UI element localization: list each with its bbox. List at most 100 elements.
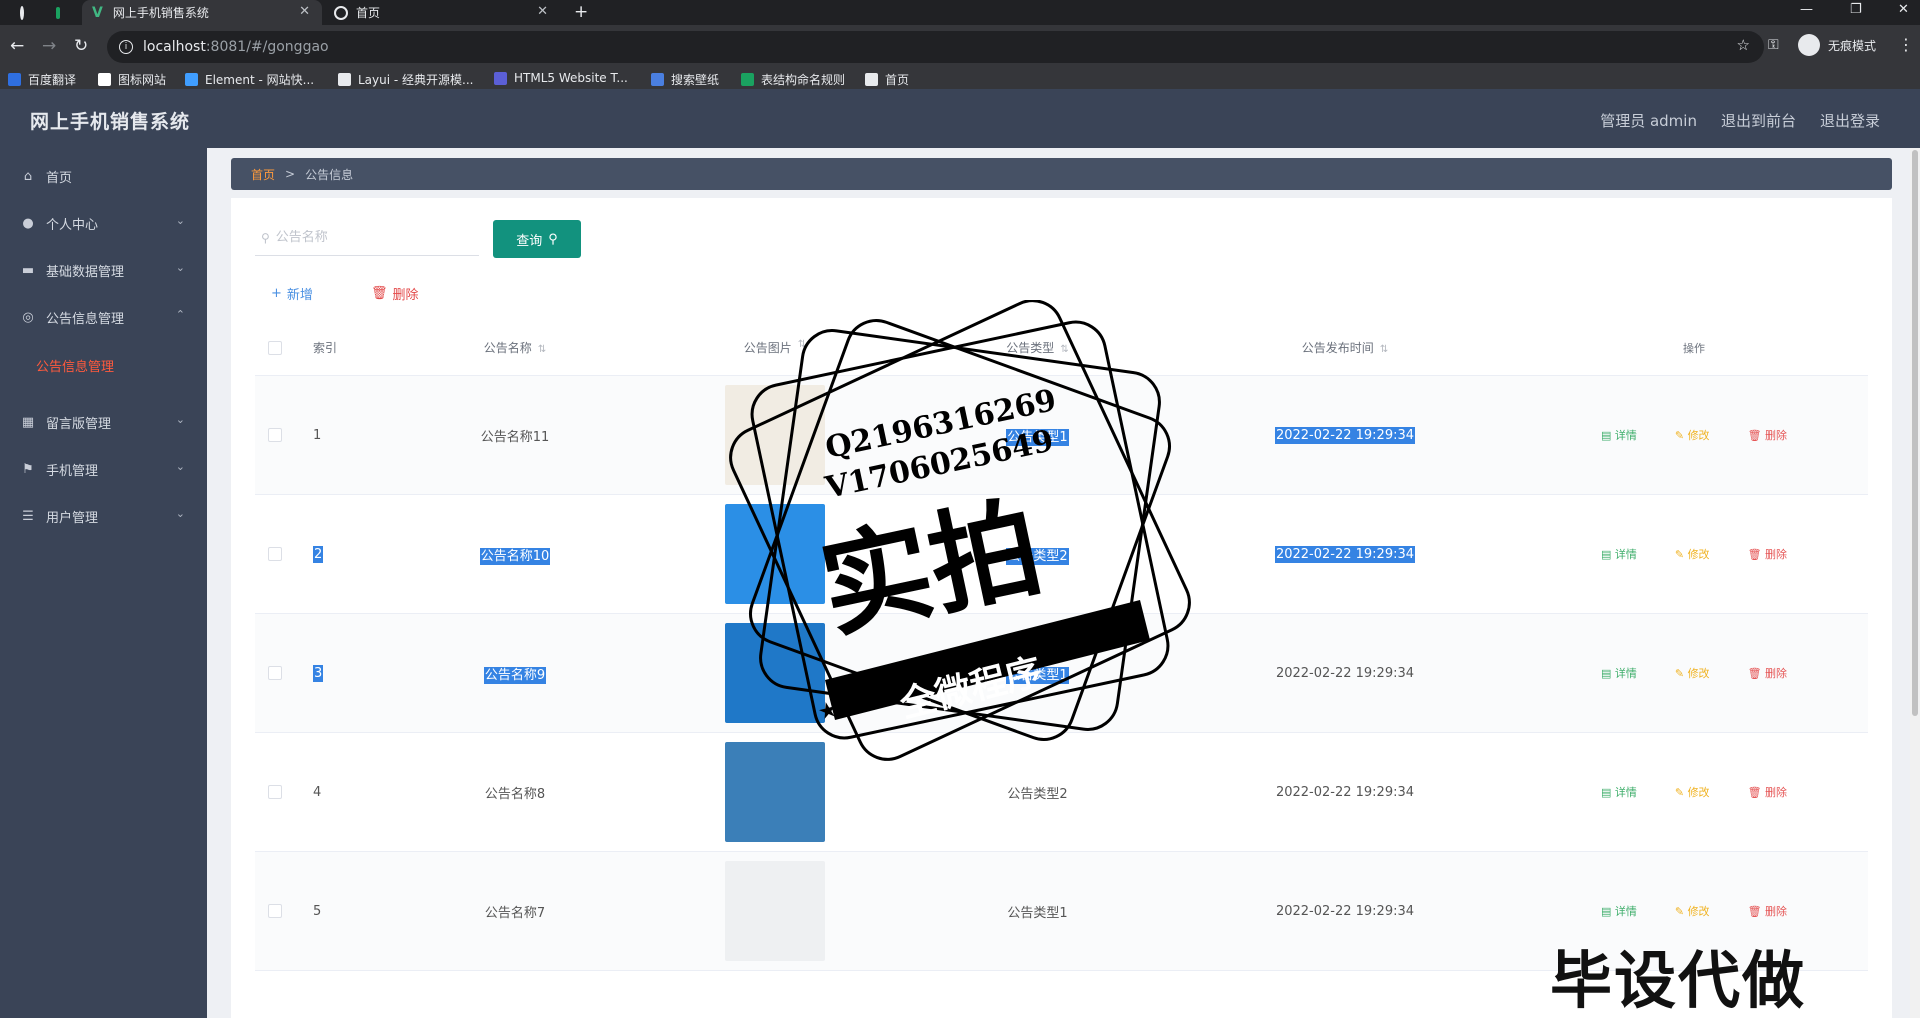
notice-image (725, 504, 825, 604)
incognito-label: 无痕模式 (1828, 38, 1877, 53)
browser-menu-icon[interactable]: ⋮ (1898, 35, 1914, 54)
sort-icon[interactable]: ⇅ (1060, 344, 1068, 355)
bookmark-label: HTML5 Website T... (514, 71, 628, 85)
row-delete-button[interactable]: 🗑 删除 (1748, 665, 1787, 681)
bookmark-item[interactable]: 首页 (865, 71, 909, 88)
bookmark-item[interactable]: Layui - 经典开源模... (338, 71, 473, 88)
sort-icon[interactable]: ⇅ (538, 344, 546, 355)
key-icon[interactable]: ⚿ (1768, 37, 1779, 53)
tab-home[interactable]: 首页 ✕ (324, 0, 560, 25)
new-tab-icon[interactable]: + (574, 2, 588, 22)
query-button[interactable]: 查询 ⚲ (493, 220, 581, 258)
tab-active[interactable]: V 网上手机销售系统 ✕ (82, 0, 322, 25)
row-type: 公告类型2 (1007, 786, 1068, 802)
detail-label: 详情 (1614, 905, 1637, 918)
sidebar-subitem-notice-manage[interactable]: 公告信息管理 (0, 345, 207, 385)
row-checkbox[interactable] (268, 785, 282, 799)
header-name[interactable]: 公告名称 ⇅ (385, 339, 645, 356)
edit-button[interactable]: ✎ 修改 (1675, 546, 1710, 562)
page-scrollbar[interactable] (1910, 148, 1920, 1018)
sidebar-item-personal[interactable]: ● 个人中心 ⌄ (0, 203, 207, 243)
header-image[interactable]: 公告图片 ⇅ (645, 339, 905, 356)
add-button[interactable]: + 新增 (271, 284, 313, 303)
edit-button[interactable]: ✎ 修改 (1675, 903, 1710, 919)
detail-button[interactable]: ▤ 详情 (1601, 903, 1637, 919)
row-delete-button[interactable]: 🗑 删除 (1748, 427, 1787, 443)
search-field[interactable]: ⚲ (255, 220, 479, 256)
row-type: 公告类型1 (1006, 666, 1069, 684)
bookmark-item[interactable]: 搜索壁纸 (651, 71, 719, 88)
close-tab-icon-2[interactable]: ✕ (537, 4, 548, 19)
bookmark-item[interactable]: 表结构命名规则 (741, 71, 845, 88)
minimize-icon[interactable]: — (1800, 2, 1813, 17)
row-checkbox[interactable] (268, 666, 282, 680)
sort-icon[interactable]: ⇅ (798, 339, 806, 356)
row-delete-button[interactable]: 🗑 删除 (1748, 903, 1787, 919)
row-delete-button[interactable]: 🗑 删除 (1748, 784, 1787, 800)
row-name: 公告名称8 (484, 786, 546, 802)
edit-label: 修改 (1687, 905, 1710, 918)
address-bar[interactable]: i localhost:8081/#/gonggao ☆ (107, 31, 1764, 63)
detail-button[interactable]: ▤ 详情 (1601, 427, 1637, 443)
select-all-checkbox[interactable] (268, 340, 282, 355)
app-title: 网上手机销售系统 (30, 111, 191, 133)
bookmark-item[interactable]: 图标网站 (98, 71, 166, 88)
sort-icon[interactable]: ⇅ (1380, 344, 1388, 355)
header-time[interactable]: 公告发布时间 ⇅ (1170, 339, 1520, 356)
url-path: :8081/#/gonggao (205, 39, 329, 55)
table-row: 1 公告名称11 公告类型1 2022-02-22 19:29:34 ▤ 详情 ✎ 修改 🗑… (255, 376, 1868, 495)
detail-button[interactable]: ▤ 详情 (1601, 546, 1637, 562)
row-delete-button[interactable]: 🗑 删除 (1748, 546, 1787, 562)
bookmark-item[interactable]: 百度翻译 (8, 71, 76, 88)
back-to-frontend-link[interactable]: 退出到前台 (1721, 110, 1796, 131)
row-index: 2 (313, 545, 324, 563)
row-checkbox[interactable] (268, 428, 282, 442)
row-delete-label: 删除 (1765, 429, 1788, 442)
info-icon[interactable]: i (119, 40, 133, 54)
sidebar-item-message-board[interactable]: ▦ 留言版管理 ⌄ (0, 402, 207, 442)
sidebar-item-label: 首页 (46, 170, 73, 186)
row-index: 5 (313, 903, 322, 919)
edit-button[interactable]: ✎ 修改 (1675, 784, 1710, 800)
header-type[interactable]: 公告类型 ⇅ (905, 339, 1170, 356)
edit-button[interactable]: ✎ 修改 (1675, 427, 1710, 443)
row-checkbox[interactable] (268, 547, 282, 561)
detail-button[interactable]: ▤ 详情 (1601, 665, 1637, 681)
sidebar-item-notice[interactable]: ◎ 公告信息管理 ⌃ (0, 297, 207, 337)
row-type: 公告类型2 (1006, 547, 1069, 565)
detail-label: 详情 (1614, 548, 1637, 561)
chevron-up-icon: ⌃ (175, 308, 185, 321)
detail-button[interactable]: ▤ 详情 (1601, 784, 1637, 800)
back-icon[interactable]: ← (10, 36, 24, 56)
breadcrumb-current: 公告信息 (305, 167, 354, 182)
sliders-icon: ☰ (22, 508, 34, 524)
close-tab-icon[interactable]: ✕ (299, 4, 310, 19)
edit-label: 修改 (1687, 786, 1710, 799)
edit-button[interactable]: ✎ 修改 (1675, 665, 1710, 681)
reload-icon[interactable]: ↻ (74, 36, 88, 56)
bookmark-star-icon[interactable]: ☆ (1737, 36, 1750, 54)
sidebar-item-label: 公告信息管理 (46, 311, 125, 327)
batch-delete-button[interactable]: 🗑 删除 (371, 284, 419, 303)
app-tab-icon[interactable] (46, 0, 70, 25)
chrome-home-icon[interactable] (10, 0, 34, 25)
window-close-icon[interactable]: ✕ (1898, 2, 1909, 17)
bookmark-item[interactable]: Element - 网站快... (185, 71, 314, 88)
table-body: 1 公告名称11 公告类型1 2022-02-22 19:29:34 ▤ 详情 ✎ 修改 🗑… (255, 376, 1868, 971)
forward-icon[interactable]: → (42, 36, 56, 56)
sidebar-item-users[interactable]: ☰ 用户管理 ⌄ (0, 496, 207, 536)
sidebar-item-basic-data[interactable]: ▬ 基础数据管理 ⌄ (0, 250, 207, 290)
search-input[interactable] (275, 230, 466, 245)
sidebar-item-home[interactable]: ⌂ 首页 (0, 156, 207, 196)
scrollbar-thumb[interactable] (1912, 150, 1918, 716)
chevron-down-icon: ⌄ (175, 261, 185, 274)
incognito-indicator[interactable]: 无痕模式 (1798, 34, 1876, 56)
row-checkbox[interactable] (268, 904, 282, 918)
bookmark-item[interactable]: HTML5 Website T... (494, 71, 628, 85)
logout-link[interactable]: 退出登录 (1820, 110, 1880, 131)
table-row: 4 公告名称8 公告类型2 2022-02-22 19:29:34 ▤ 详情 ✎ 修改 🗑 … (255, 733, 1868, 852)
sidebar-item-phones[interactable]: ⚑ 手机管理 ⌄ (0, 449, 207, 489)
sidebar-subitem-label: 公告信息管理 (36, 359, 115, 375)
breadcrumb-home[interactable]: 首页 (251, 166, 275, 183)
restore-icon[interactable]: ❐ (1850, 2, 1862, 17)
